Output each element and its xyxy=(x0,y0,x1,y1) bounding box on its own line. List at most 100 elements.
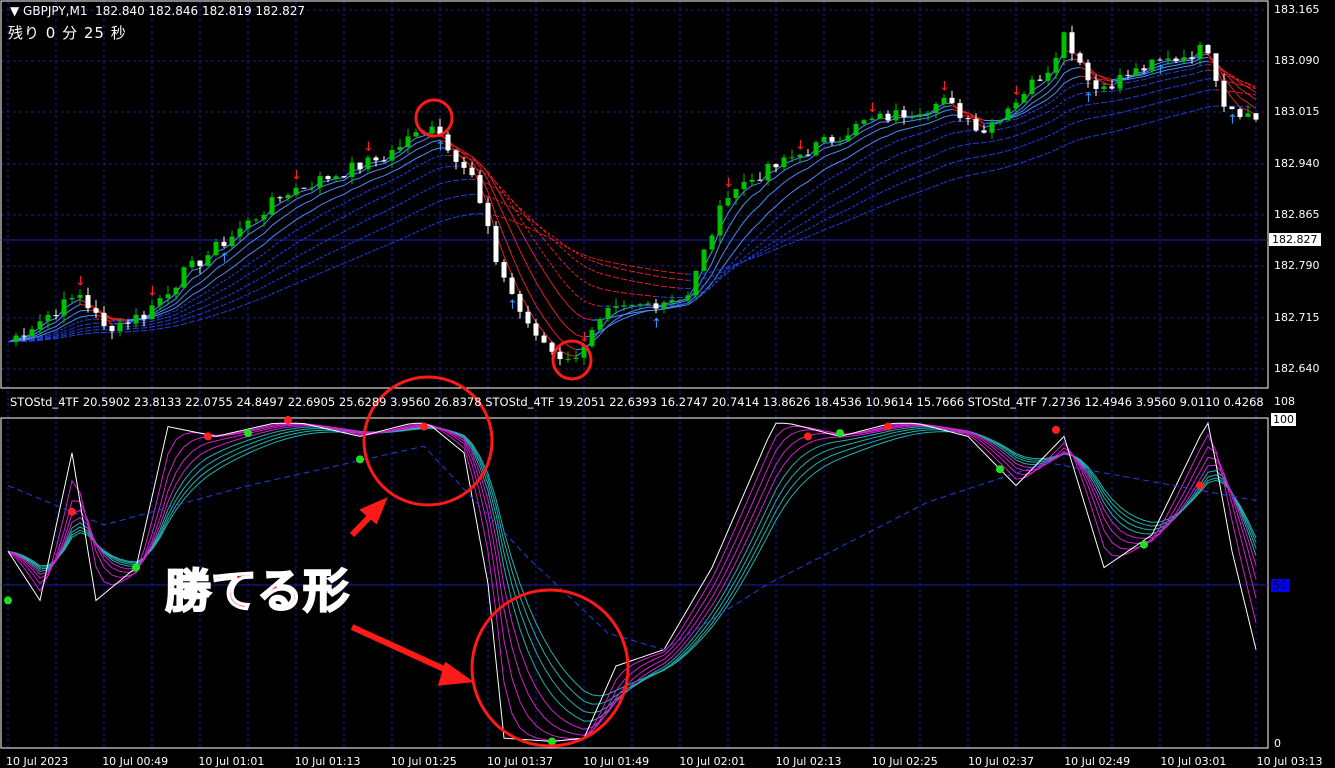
ma-segment xyxy=(407,157,417,164)
ma-segment xyxy=(655,308,665,311)
ma-segment xyxy=(63,335,73,338)
ma-segment xyxy=(1103,101,1113,103)
indicator-label: STOStd_4TF 20.5902 23.8133 22.0755 24.84… xyxy=(10,395,1268,409)
ma-segment xyxy=(943,108,953,112)
ma-segment xyxy=(327,235,337,241)
ma-segment xyxy=(1135,94,1145,97)
ma-segment xyxy=(551,235,561,243)
ma-segment xyxy=(583,317,593,321)
candle-body xyxy=(645,303,651,305)
signal-dot xyxy=(244,429,252,438)
ma-segment xyxy=(143,323,153,326)
ma-segment xyxy=(231,288,241,295)
ma-segment xyxy=(879,126,889,130)
ma-segment xyxy=(639,267,649,270)
ma-segment xyxy=(111,318,121,321)
candle-body xyxy=(53,315,59,317)
ma-segment xyxy=(663,286,673,288)
ma-segment xyxy=(903,135,913,140)
ma-segment xyxy=(1007,163,1017,168)
time-axis-label: 10 Jul 01:01 xyxy=(198,755,265,768)
ma-segment xyxy=(1071,105,1081,110)
ma-segment xyxy=(1191,108,1201,112)
candle-body xyxy=(165,294,171,299)
chart-canvas[interactable]: ↓↓↑↓↓ ↑↑↓↑↓↓↓↓ ↓ ↑↑↑ xyxy=(0,0,1335,768)
time-axis-label: 10 Jul 02:37 xyxy=(968,755,1034,768)
ma-segment xyxy=(903,148,913,153)
ma-segment xyxy=(703,275,713,279)
ma-segment xyxy=(815,220,825,226)
ma-segment xyxy=(1127,86,1137,90)
ma-segment xyxy=(407,179,417,185)
ma-segment xyxy=(271,290,281,295)
candle-body xyxy=(133,314,139,324)
ma-segment xyxy=(1199,69,1209,73)
ma-segment xyxy=(223,293,233,299)
arrow-down-icon: ↓ xyxy=(1011,84,1022,99)
ma-segment xyxy=(759,237,769,246)
ma-segment xyxy=(919,117,929,120)
ma-segment xyxy=(591,257,601,261)
symbol-header: ▼ GBPJPY,M1 182.840 182.846 182.819 182.… xyxy=(10,4,306,18)
ma-segment xyxy=(263,236,273,245)
current-price-tag: 182.827 xyxy=(1269,233,1321,246)
ma-segment xyxy=(199,304,209,310)
ma-segment xyxy=(71,333,81,337)
candle-body xyxy=(1053,57,1059,73)
ma-segment xyxy=(551,265,561,278)
ma-segment xyxy=(1079,118,1089,122)
ma-segment xyxy=(831,172,841,178)
ma-segment xyxy=(1007,147,1017,152)
candle-body xyxy=(461,161,467,168)
ma-segment xyxy=(407,194,417,201)
ma-segment xyxy=(167,313,177,318)
grid xyxy=(1,1,1268,748)
ma-segment xyxy=(607,289,617,293)
ma-segment xyxy=(1239,97,1249,104)
candle-body xyxy=(1253,113,1259,120)
ma-segment xyxy=(63,333,73,337)
arrow-down-icon: ↓ xyxy=(363,140,374,155)
ma-segment xyxy=(215,311,225,316)
ma-segment xyxy=(1039,92,1049,99)
ma-segment xyxy=(943,132,953,137)
ma-segment xyxy=(1071,75,1081,80)
ma-segment xyxy=(439,218,449,223)
ma-segment xyxy=(1023,129,1033,134)
ma-segment xyxy=(943,121,953,125)
candle-body xyxy=(45,315,51,322)
time-axis-label: 10 Jul 02:25 xyxy=(871,755,938,768)
candle-body xyxy=(885,113,891,121)
ma-segment xyxy=(967,173,977,176)
ma-segment xyxy=(1063,78,1073,84)
ma-segment xyxy=(1135,76,1145,79)
ma-segment xyxy=(399,154,409,161)
ma-segment xyxy=(1175,69,1185,73)
ma-segment xyxy=(543,295,553,309)
ma-segment xyxy=(191,313,201,318)
ma-segment xyxy=(1063,68,1073,74)
arrow-up-icon: ↑ xyxy=(1227,112,1238,127)
ma-segment xyxy=(759,195,769,206)
ma-segment xyxy=(767,244,777,250)
ma-segment xyxy=(1015,145,1025,149)
ma-segment xyxy=(79,323,89,327)
ma-segment xyxy=(671,286,681,289)
ma-segment xyxy=(311,257,321,263)
ma-segment xyxy=(255,244,265,251)
ma-segment xyxy=(1007,135,1017,139)
ma-segment xyxy=(871,148,881,155)
ma-segment xyxy=(1143,121,1153,125)
candle-body xyxy=(613,306,619,308)
ma-segment xyxy=(167,303,177,309)
ma-segment xyxy=(583,265,593,271)
ma-segment xyxy=(623,278,633,282)
ma-segment xyxy=(63,320,73,326)
ma-segment xyxy=(871,138,881,144)
ma-segment xyxy=(247,290,257,295)
ma-segment xyxy=(1039,135,1049,140)
candle-body xyxy=(1157,59,1163,61)
ma-segment xyxy=(231,250,241,259)
ma-segment xyxy=(263,293,273,298)
candle-body xyxy=(1149,59,1155,71)
